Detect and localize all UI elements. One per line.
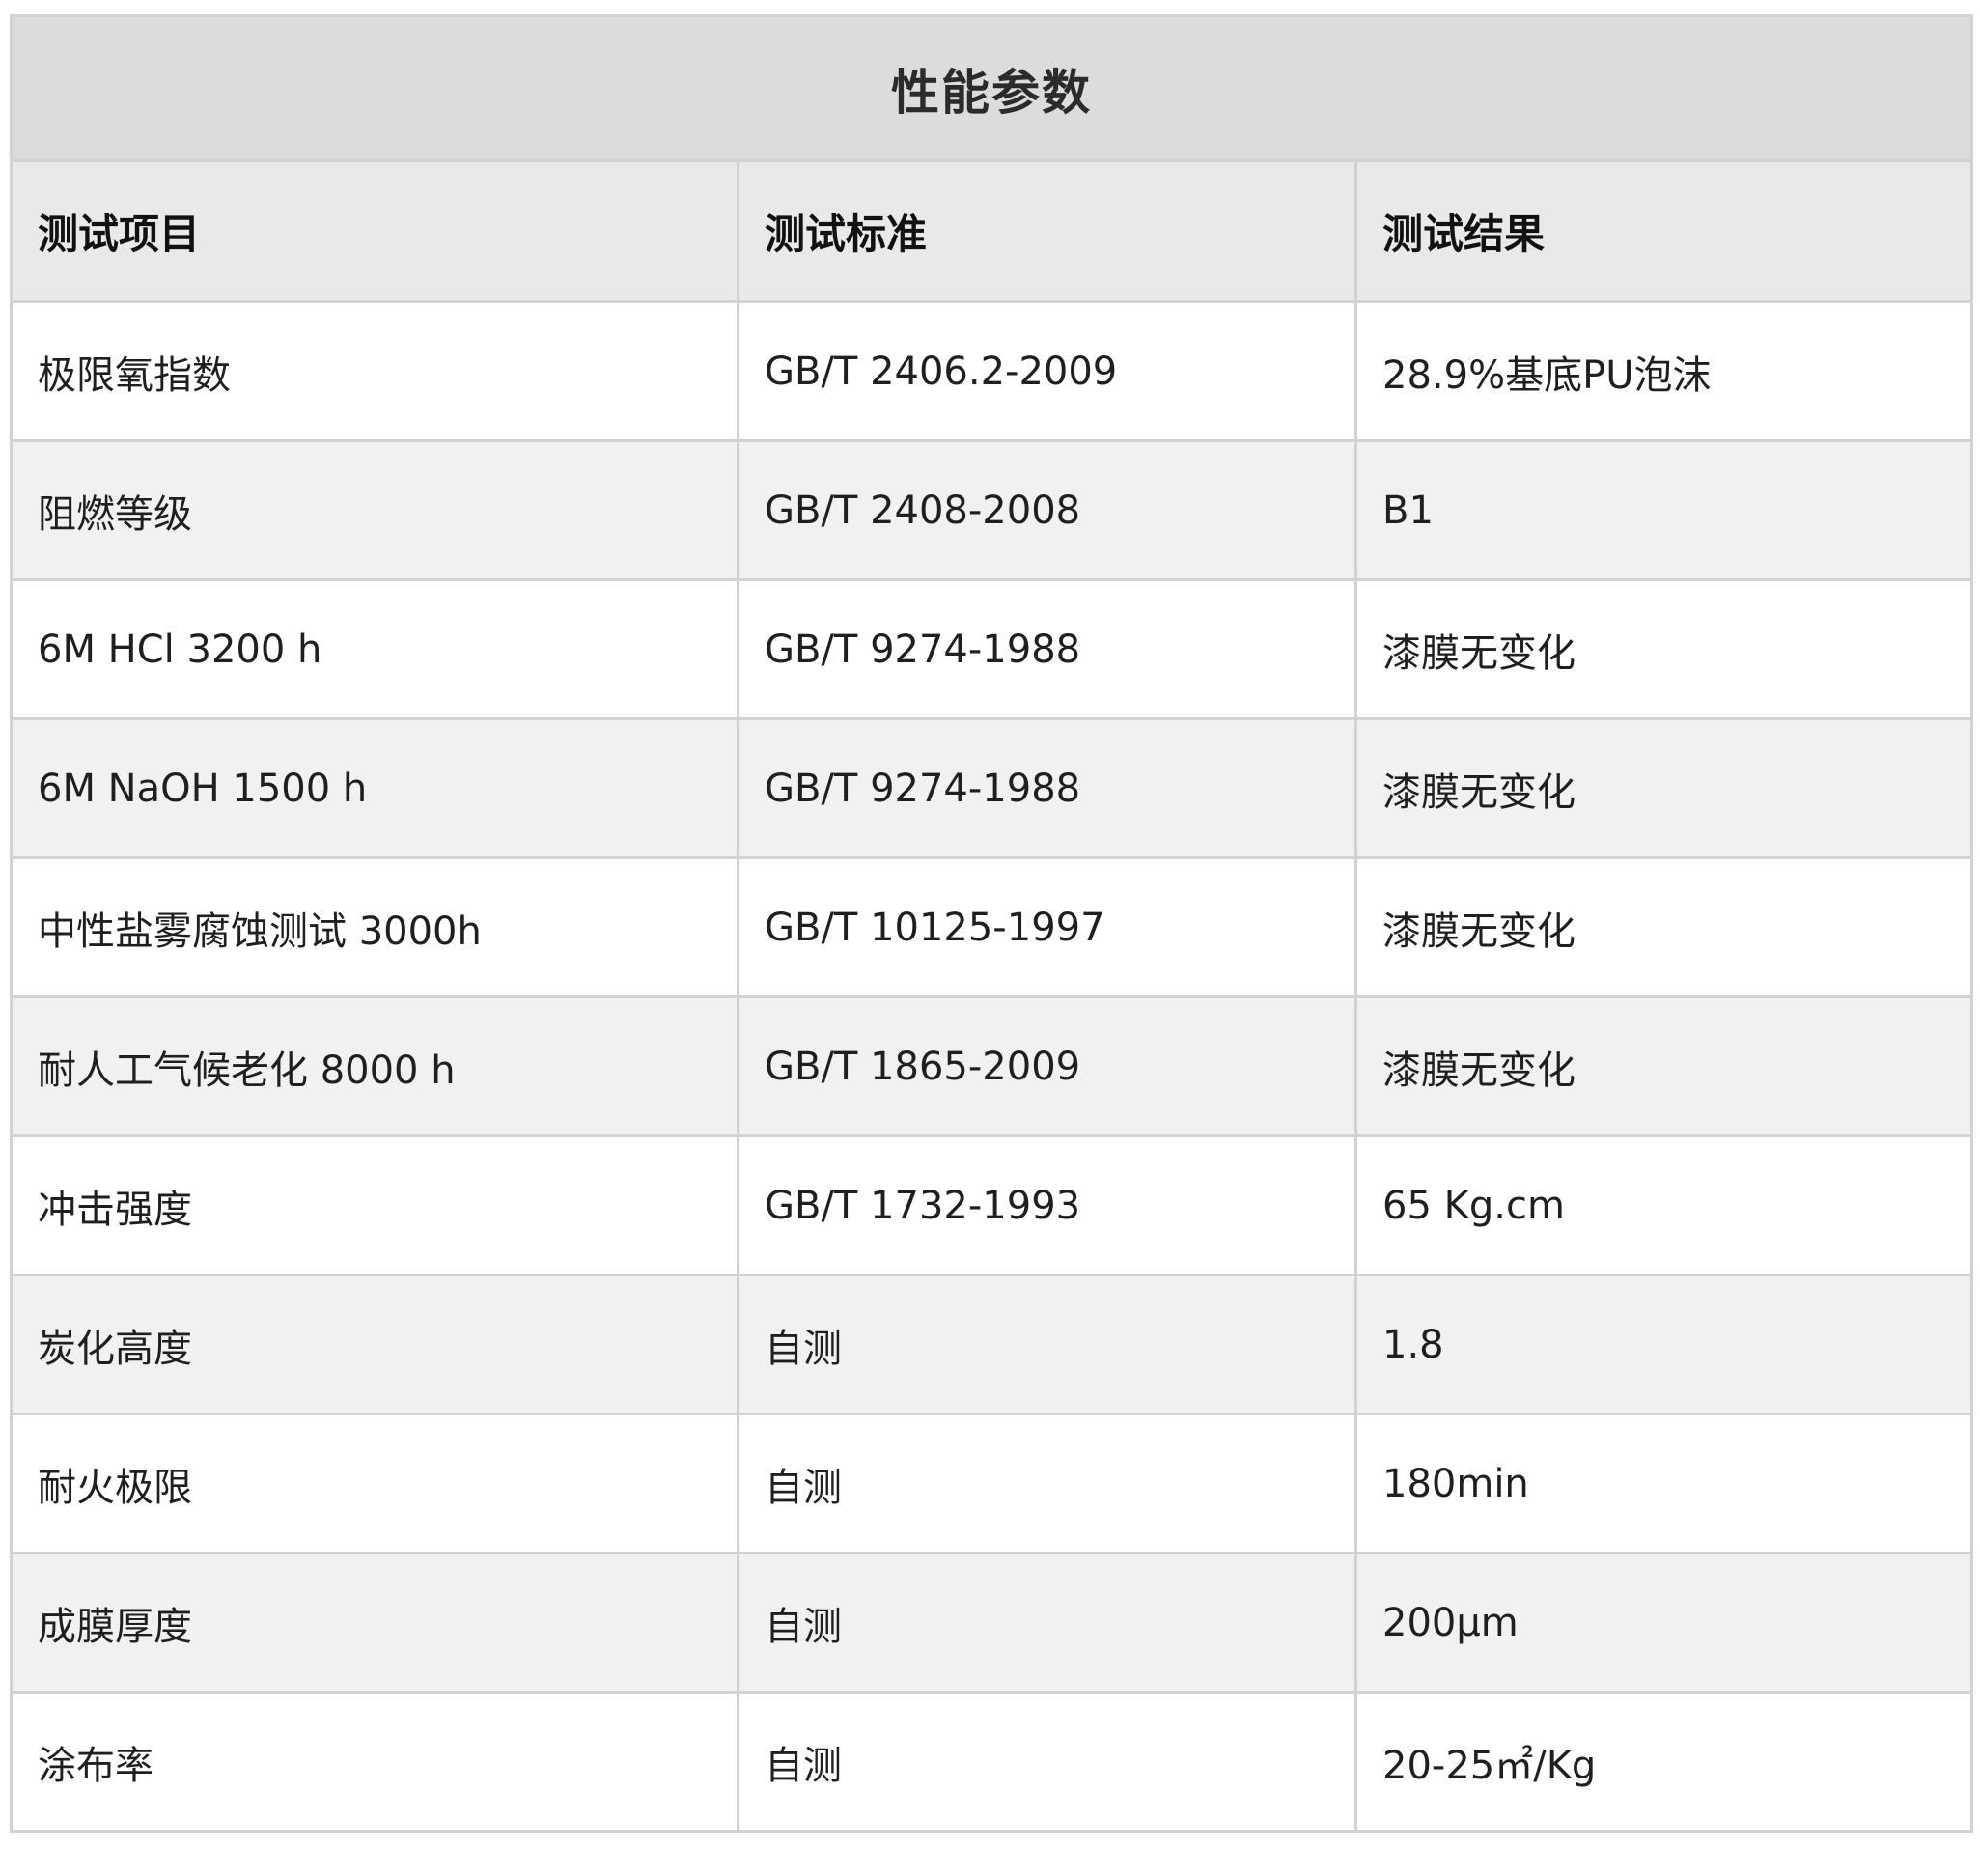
cell-test-result: 漆膜无变化 <box>1353 995 1974 1137</box>
table-row: 炭化高度 自测 1.8 <box>10 1274 1974 1415</box>
cell-test-item: 6M HCl 3200 h <box>10 578 739 720</box>
column-header-test-standard: 测试标准 <box>737 159 1357 303</box>
cell-test-standard: GB/T 2406.2-2009 <box>737 300 1357 442</box>
cell-test-result: 180min <box>1353 1413 1974 1554</box>
table-row: 冲击强度 GB/T 1732-1993 65 Kg.cm <box>10 1134 1974 1276</box>
table-row: 耐人工气候老化 8000 h GB/T 1865-2009 漆膜无变化 <box>10 995 1974 1137</box>
cell-test-standard: GB/T 1732-1993 <box>737 1134 1357 1276</box>
cell-test-result: 20-25㎡/Kg <box>1353 1691 1974 1833</box>
cell-test-standard: 自测 <box>737 1691 1357 1833</box>
cell-test-item: 中性盐雾腐蚀测试 3000h <box>10 856 739 998</box>
cell-test-result: B1 <box>1353 439 1974 581</box>
cell-test-result: 漆膜无变化 <box>1353 717 1974 859</box>
cell-test-result: 200μm <box>1353 1552 1974 1694</box>
cell-test-standard: 自测 <box>737 1552 1357 1694</box>
cell-test-standard: GB/T 2408-2008 <box>737 439 1357 581</box>
column-header-test-item: 测试项目 <box>10 159 739 303</box>
cell-test-item: 6M NaOH 1500 h <box>10 717 739 859</box>
cell-test-result: 28.9%基底PU泡沫 <box>1353 300 1974 442</box>
table-row: 极限氧指数 GB/T 2406.2-2009 28.9%基底PU泡沫 <box>10 300 1974 442</box>
cell-test-standard: 自测 <box>737 1274 1357 1415</box>
cell-test-result: 1.8 <box>1353 1274 1974 1415</box>
table-row: 6M NaOH 1500 h GB/T 9274-1988 漆膜无变化 <box>10 717 1974 859</box>
table-row: 成膜厚度 自测 200μm <box>10 1552 1974 1694</box>
cell-test-result: 65 Kg.cm <box>1353 1134 1974 1276</box>
column-header-test-result: 测试结果 <box>1353 159 1974 303</box>
cell-test-result: 漆膜无变化 <box>1353 578 1974 720</box>
column-header-row: 测试项目 测试标准 测试结果 <box>10 159 1974 303</box>
cell-test-standard: GB/T 1865-2009 <box>737 995 1357 1137</box>
cell-test-item: 极限氧指数 <box>10 300 739 442</box>
cell-test-item: 耐火极限 <box>10 1413 739 1554</box>
table-row: 中性盐雾腐蚀测试 3000h GB/T 10125-1997 漆膜无变化 <box>10 856 1974 998</box>
table-title: 性能参数 <box>9 14 1974 162</box>
cell-test-item: 涂布率 <box>10 1691 739 1833</box>
table-row: 阻燃等级 GB/T 2408-2008 B1 <box>10 439 1974 581</box>
cell-test-item: 成膜厚度 <box>10 1552 739 1694</box>
cell-test-standard: GB/T 10125-1997 <box>737 856 1357 998</box>
cell-test-item: 耐人工气候老化 8000 h <box>10 995 739 1137</box>
cell-test-standard: GB/T 9274-1988 <box>737 578 1357 720</box>
cell-test-item: 炭化高度 <box>10 1274 739 1415</box>
table-row: 涂布率 自测 20-25㎡/Kg <box>10 1691 1974 1833</box>
table-row: 6M HCl 3200 h GB/T 9274-1988 漆膜无变化 <box>10 578 1974 720</box>
table-title-row: 性能参数 <box>9 14 1974 162</box>
cell-test-standard: GB/T 9274-1988 <box>737 717 1357 859</box>
table-row: 耐火极限 自测 180min <box>10 1413 1974 1554</box>
performance-parameters-table-container: 性能参数 测试项目 测试标准 测试结果 极限氧指数 GB/T 2406.2-20… <box>9 14 1974 1833</box>
cell-test-standard: 自测 <box>737 1413 1357 1554</box>
cell-test-result: 漆膜无变化 <box>1353 856 1974 998</box>
cell-test-item: 阻燃等级 <box>10 439 739 581</box>
cell-test-item: 冲击强度 <box>10 1134 739 1276</box>
performance-parameters-table: 性能参数 测试项目 测试标准 测试结果 极限氧指数 GB/T 2406.2-20… <box>9 14 1974 1833</box>
